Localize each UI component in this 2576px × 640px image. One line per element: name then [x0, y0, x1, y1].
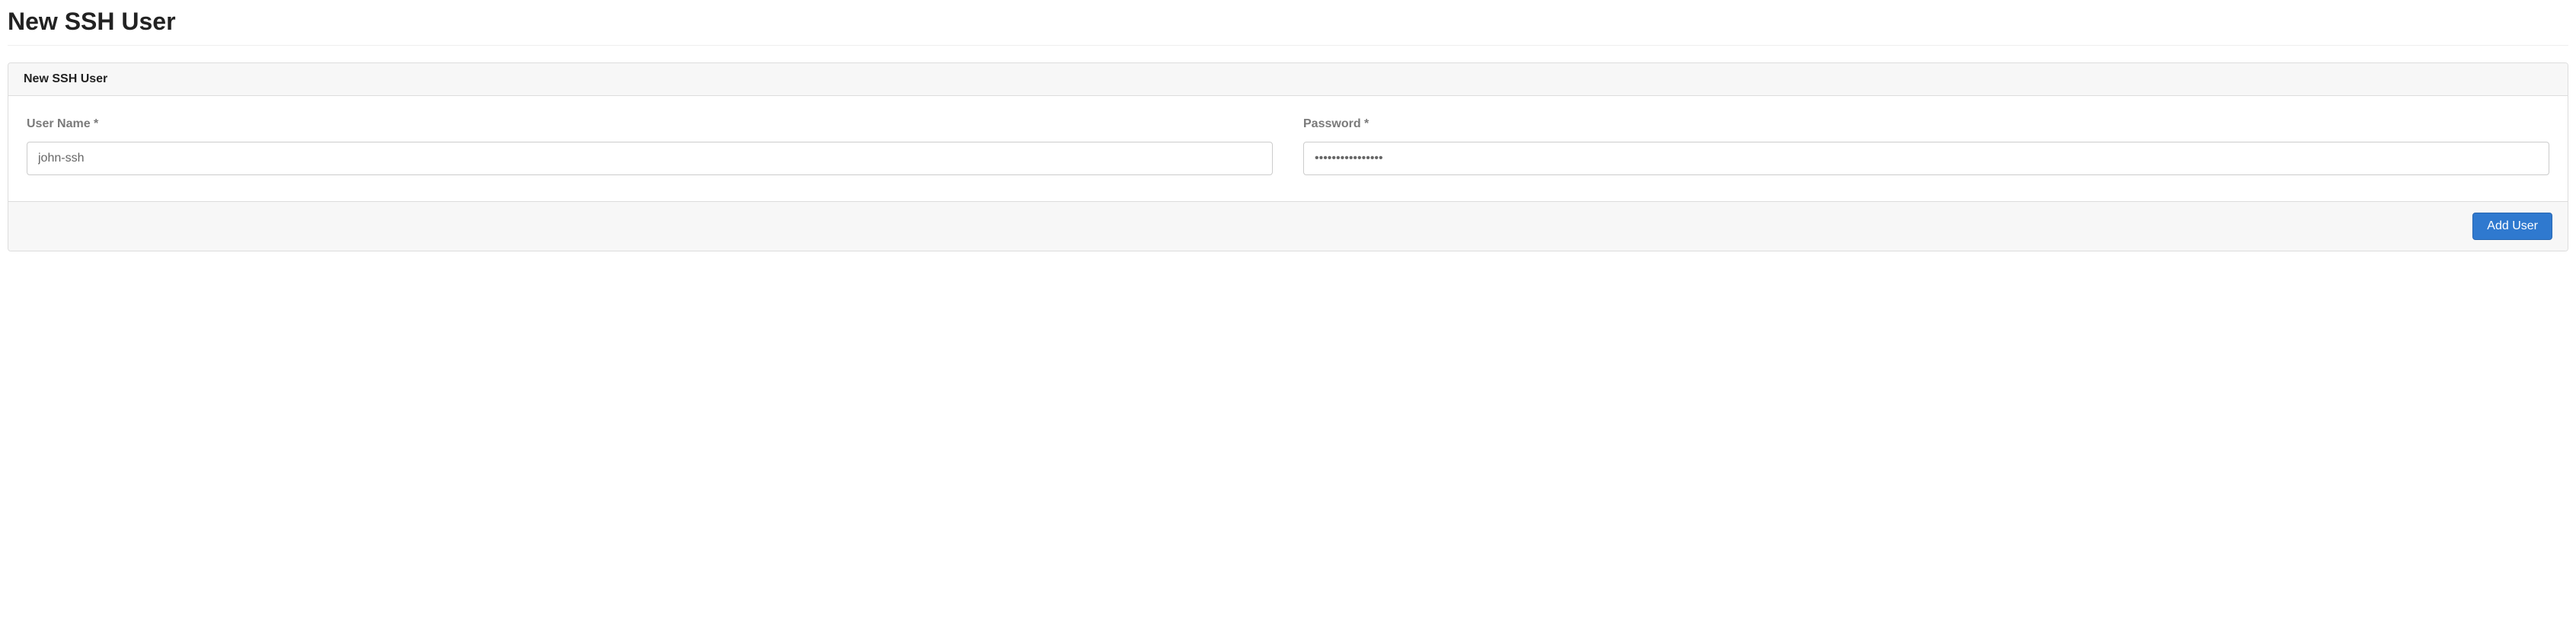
panel-footer: Add User [8, 201, 2568, 251]
username-label: User Name * [27, 117, 1273, 131]
username-group: User Name * [27, 117, 1273, 175]
panel-body: User Name * Password * [8, 96, 2568, 201]
new-user-panel: New SSH User User Name * Password * Add … [8, 62, 2568, 251]
password-label: Password * [1303, 117, 2549, 131]
panel-header: New SSH User [8, 63, 2568, 96]
page-title: New SSH User [8, 8, 2568, 36]
title-divider [8, 45, 2568, 46]
password-input[interactable] [1303, 142, 2549, 175]
add-user-button[interactable]: Add User [2472, 213, 2552, 240]
password-group: Password * [1303, 117, 2549, 175]
username-input[interactable] [27, 142, 1273, 175]
